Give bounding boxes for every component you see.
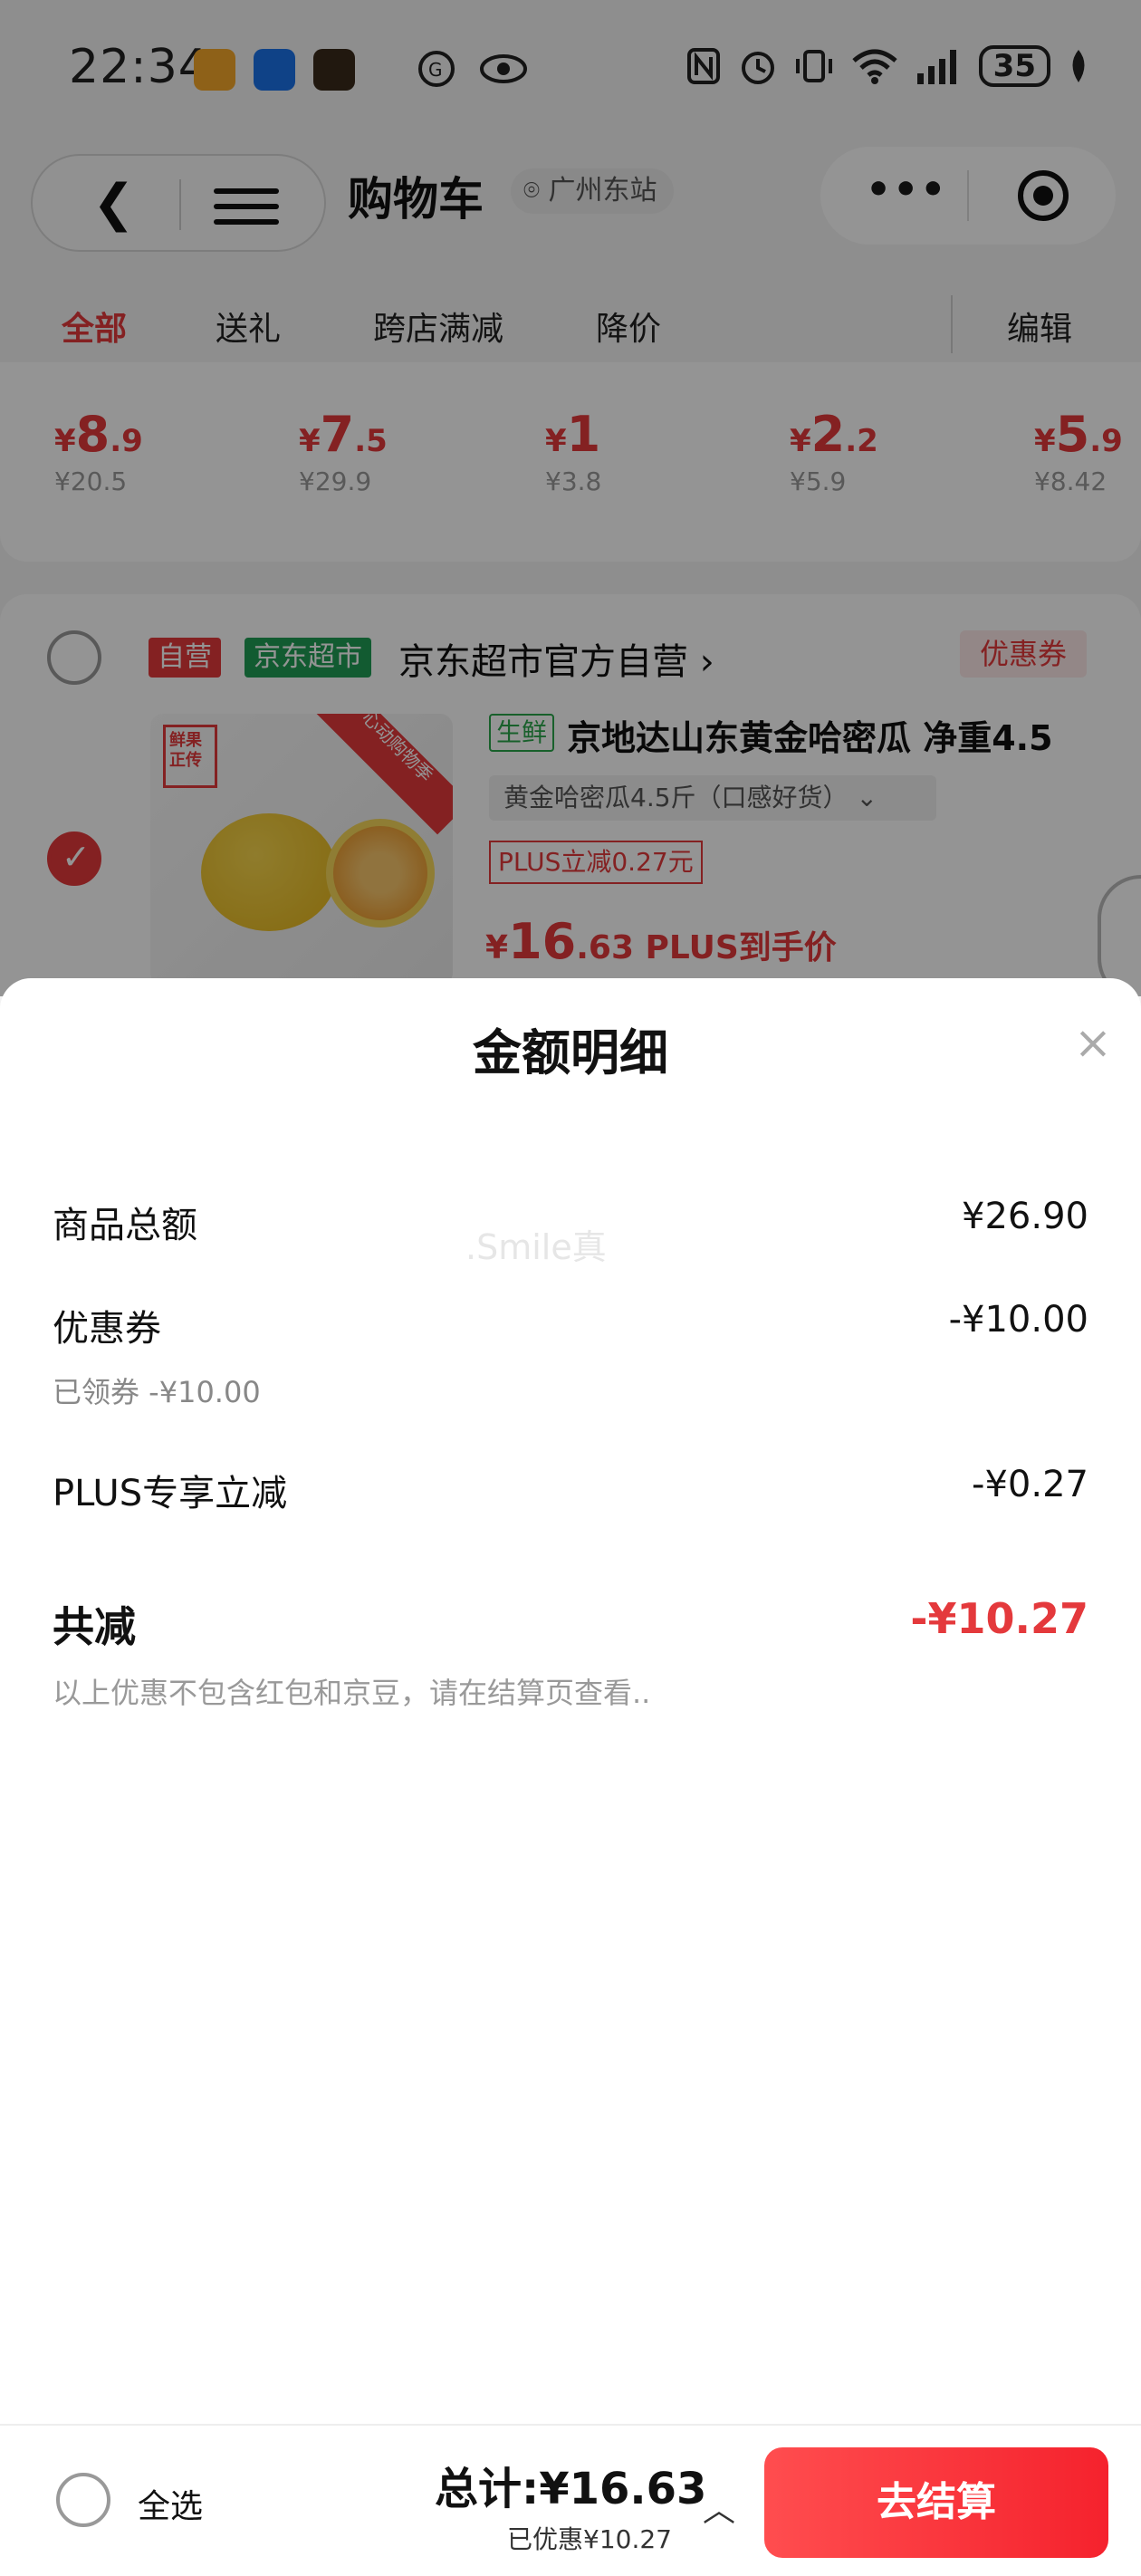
total-price: 总计:¥16.63 <box>435 2464 707 2514</box>
checkout-bar: 全选 总计:¥16.63 已优惠¥10.27 ︿ 去结算 <box>0 2424 1141 2576</box>
watermark: .Smile真 <box>465 1227 607 1267</box>
coupon-label: 优惠券 <box>53 1308 161 1350</box>
modal-mask[interactable] <box>0 0 1141 996</box>
checkout-button[interactable]: 去结算 <box>764 2447 1108 2558</box>
discount-note: 以上优惠不包含红包和京豆，请在结算页查看.. <box>53 1676 651 1710</box>
plus-discount-value: -¥0.27 <box>972 1464 1088 1505</box>
close-icon[interactable]: × <box>1074 1020 1112 1065</box>
chevron-up-icon[interactable]: ︿ <box>703 2484 735 2531</box>
select-all-radio[interactable] <box>56 2473 110 2527</box>
sheet-title: 金额明细 <box>473 1024 668 1081</box>
coupon-value: -¥10.00 <box>948 1299 1088 1341</box>
total-discount-label: 共减 <box>53 1602 136 1651</box>
total-discount-value: -¥10.27 <box>910 1594 1088 1643</box>
select-all-label[interactable]: 全选 <box>138 2480 203 2527</box>
goods-total-value: ¥26.90 <box>962 1196 1088 1237</box>
plus-discount-label: PLUS专享立减 <box>53 1473 288 1514</box>
amount-detail-sheet: 金额明细 × .Smile真 商品总额 ¥26.90 优惠券 -¥10.00 已… <box>0 978 1141 2427</box>
saved-amount: 已优惠¥10.27 <box>507 2524 672 2554</box>
coupon-sub: 已领券 -¥10.00 <box>53 1375 261 1409</box>
goods-total-label: 商品总额 <box>53 1205 197 1246</box>
